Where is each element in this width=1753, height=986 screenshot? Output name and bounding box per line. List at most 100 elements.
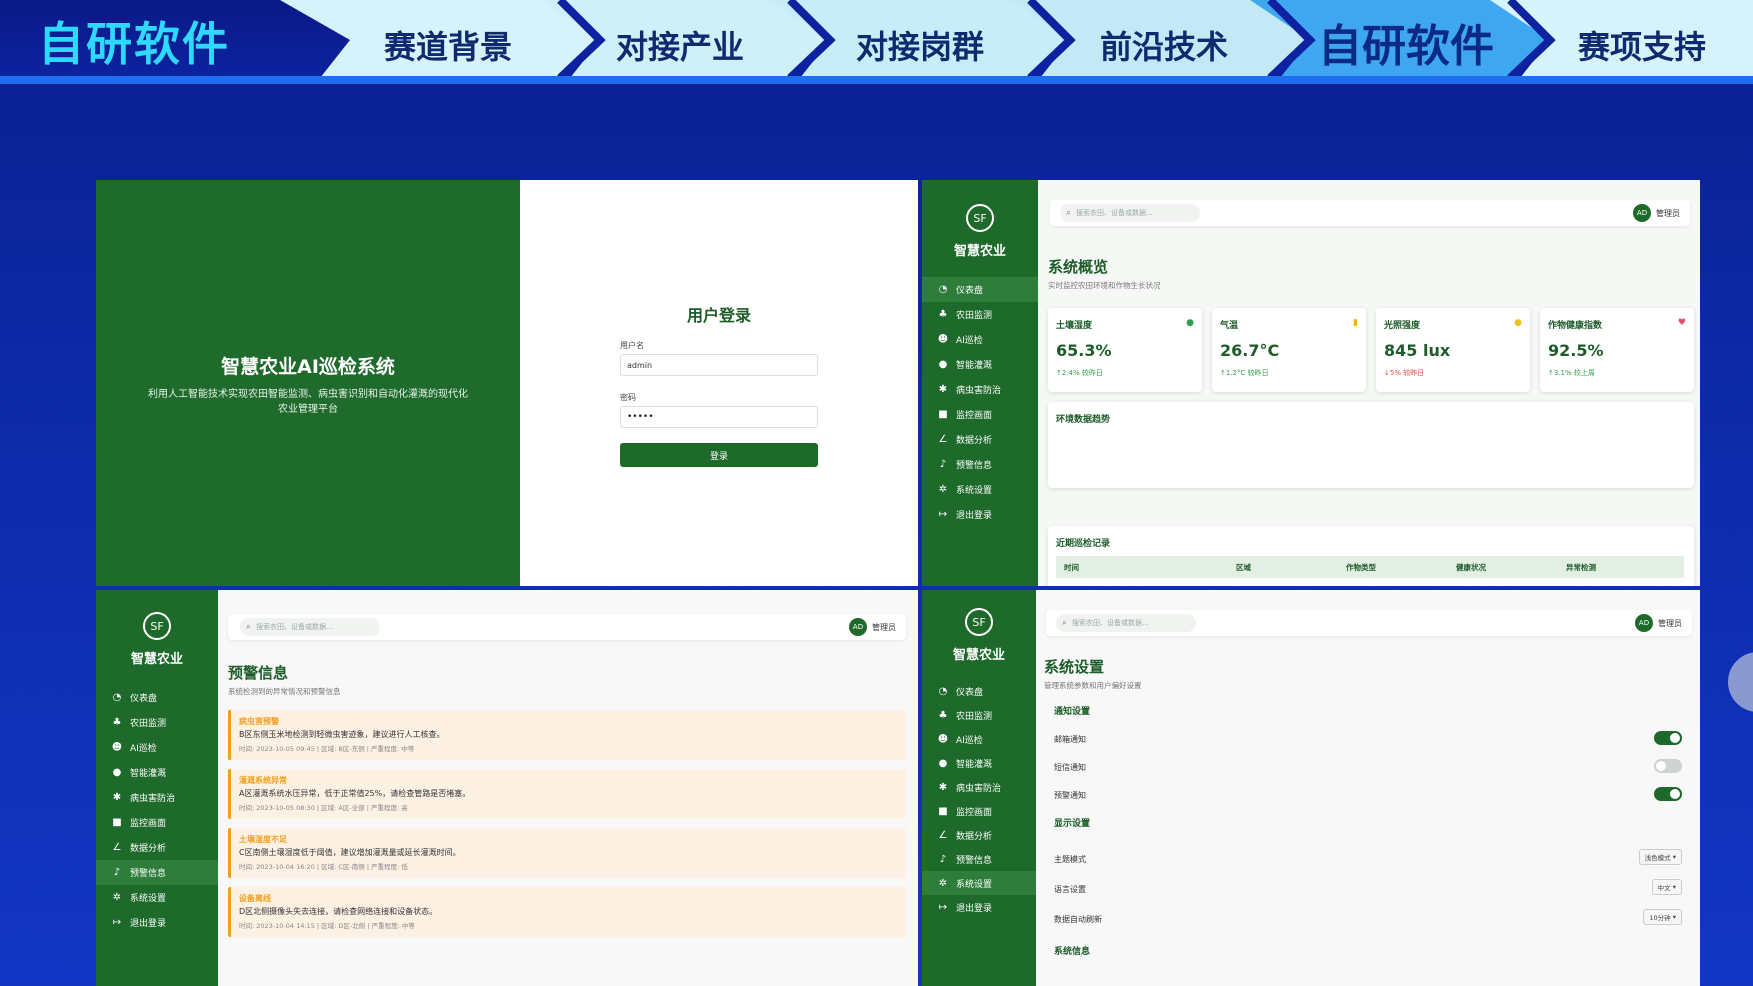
search-input[interactable]: ⌕ 搜索农田、设备或数据... [1060, 204, 1200, 222]
login-form: 用户登录 用户名 admin 密码 ••••• 登录 [520, 180, 918, 586]
system-title: 智慧农业AI巡检系统 [221, 356, 395, 378]
search-icon: ⌕ [1066, 208, 1072, 218]
sun-icon: ● [1514, 318, 1522, 328]
seedling-icon: ♣ [112, 717, 122, 728]
records-title: 近期巡检记录 [1056, 539, 1111, 549]
system-description: 利用人工智能技术实现农田智能监测、病虫害识别和自动化灌溉的现代化农业管理平台 [148, 389, 468, 415]
sidebar-item-settings[interactable]: ✲ 系统设置 [922, 871, 1036, 895]
sidebar-item-monitor-video[interactable]: ■ 监控画面 [922, 799, 1036, 823]
tab-frontier-tech[interactable]: 前沿技术 [1100, 22, 1228, 68]
user-menu[interactable]: AD 管理员 [1633, 204, 1680, 222]
sidebar-item-analytics[interactable]: ∠ 数据分析 [922, 427, 1038, 452]
sidebar-item-dashboard[interactable]: ◔ 仪表盘 [96, 685, 218, 710]
avatar: AD [1635, 614, 1653, 632]
search-input[interactable]: ⌕ 搜索农田、设备或数据... [240, 618, 380, 636]
sidebar-item-logout[interactable]: ↦ 退出登录 [922, 895, 1036, 919]
sidebar-item-alerts[interactable]: ♪ 预警信息 [96, 860, 218, 885]
logo-icon: SF [966, 204, 994, 232]
app-name: 智慧农业 [953, 244, 1006, 259]
video-icon: ■ [112, 817, 122, 828]
tab-self-developed[interactable]: 自研软件 [1318, 10, 1494, 74]
sidebar-item-irrigation[interactable]: ● 智能灌溉 [922, 751, 1036, 775]
page-subtitle: 管理系统参数和用户偏好设置 [1044, 681, 1142, 690]
sidebar-item-alerts[interactable]: ♪ 预警信息 [922, 847, 1036, 871]
dashboard-icon: ◔ [938, 284, 948, 295]
decorative-circle [1728, 652, 1753, 712]
tab-competition-support[interactable]: 赛项支持 [1578, 22, 1706, 68]
sidebar-item-monitor-video[interactable]: ■ 监控画面 [96, 810, 218, 835]
alert-item[interactable]: 土壤湿度不足 C区南侧土壤湿度低于阈值，建议增加灌溉量或延长灌溉时间。 时间: … [228, 828, 906, 878]
page-title: 预警信息 [228, 664, 289, 682]
sidebar-item-settings[interactable]: ✲ 系统设置 [96, 885, 218, 910]
sidebar-item-logout[interactable]: ↦ 退出登录 [922, 502, 1038, 527]
sidebar-item-dashboard[interactable]: ◔ 仪表盘 [922, 679, 1036, 703]
sidebar-item-ai-patrol[interactable]: ☻ AI巡检 [922, 327, 1038, 352]
sidebar-item-pest-control[interactable]: ✱ 病虫害防治 [922, 377, 1038, 402]
auto-refresh-select[interactable]: 10分钟 ▾ [1643, 909, 1682, 925]
alerts-screenshot: SF 智慧农业 ◔ 仪表盘 ♣ 农田监测 ☻ AI巡检 ● 智能灌溉 ✱ 病虫害防治 ■ 监… [96, 590, 918, 986]
sidebar-item-pest-control[interactable]: ✱ 病虫害防治 [922, 775, 1036, 799]
logout-icon: ↦ [938, 901, 948, 913]
language-select[interactable]: 中文 ▾ [1651, 879, 1682, 895]
page-title: 系统概览 [1048, 258, 1109, 276]
search-input[interactable]: ⌕ 搜索农田、设备或数据... [1056, 614, 1196, 632]
dashboard-icon: ◔ [112, 692, 122, 703]
sidebar-item-ai-patrol[interactable]: ☻ AI巡检 [96, 735, 218, 760]
sidebar-item-irrigation[interactable]: ● 智能灌溉 [96, 760, 218, 785]
thermometer-icon: ▮ [1353, 318, 1358, 328]
setting-sms-notify: 短信通知 [1054, 759, 1682, 773]
droplet-icon: ● [938, 757, 948, 769]
sidebar-item-field-monitor[interactable]: ♣ 农田监测 [96, 710, 218, 735]
sidebar-item-alerts[interactable]: ♪ 预警信息 [922, 452, 1038, 477]
gear-icon: ✲ [938, 877, 948, 889]
email-notify-toggle[interactable] [1654, 731, 1682, 745]
dashboard-icon: ◔ [938, 685, 948, 697]
alert-item[interactable]: 病虫害预警 B区东侧玉米地检测到轻微虫害迹象，建议进行人工核查。 时间: 202… [228, 710, 906, 760]
login-title: 用户登录 [686, 306, 751, 325]
user-menu[interactable]: AD 管理员 [849, 618, 896, 636]
sms-notify-toggle[interactable] [1654, 759, 1682, 773]
alert-item[interactable]: 灌溉系统异常 A区灌溉系统水压异常，低于正常值25%，请检查管路是否堵塞。 时间… [228, 769, 906, 819]
tab-jobs[interactable]: 对接岗群 [856, 22, 984, 68]
tab-track-background[interactable]: 赛道背景 [384, 22, 512, 68]
avatar: AD [1633, 204, 1651, 222]
theme-select[interactable]: 浅色模式 ▾ [1638, 849, 1682, 865]
sidebar-item-irrigation[interactable]: ● 智能灌溉 [922, 352, 1038, 377]
alert-list: 病虫害预警 B区东侧玉米地检测到轻微虫害迹象，建议进行人工核查。 时间: 202… [228, 710, 906, 980]
dashboard-screenshot: SF 智慧农业 ◔ 仪表盘 ♣ 农田监测 ☻ AI巡检 ● 智能灌溉 ✱ 病虫害防治 ■ 监… [922, 180, 1700, 586]
login-button[interactable]: 登录 [620, 443, 818, 467]
alert-item[interactable]: 设备离线 D区北侧摄像头失去连接，请检查网络连接和设备状态。 时间: 2023-… [228, 887, 906, 937]
chart-line-icon: ∠ [938, 829, 948, 841]
sidebar-item-analytics[interactable]: ∠ 数据分析 [96, 835, 218, 860]
brand-title: 自研软件 [38, 17, 230, 71]
top-nav-bar: 自研软件 赛道背景 对接产业 对接岗群 前沿技术 自研软件 赛项支持 [0, 0, 1753, 84]
sidebar-item-dashboard[interactable]: ◔ 仪表盘 [922, 277, 1038, 302]
setting-language: 语言设置 中文 ▾ [1054, 879, 1682, 895]
bug-icon: ✱ [938, 384, 948, 395]
stat-card-soil-moisture: 土壤湿度 ● 65.3% ↑2.4% 较昨日 [1048, 308, 1202, 392]
sidebar-item-ai-patrol[interactable]: ☻ AI巡检 [922, 727, 1036, 751]
sidebar-item-monitor-video[interactable]: ■ 监控画面 [922, 402, 1038, 427]
records-card: 近期巡检记录 时间 区域 作物类型 健康状况 异常检测 [1048, 526, 1694, 586]
display-section-title: 显示设置 [1054, 819, 1091, 829]
user-menu[interactable]: AD 管理员 [1635, 614, 1682, 632]
sidebar-item-settings[interactable]: ✲ 系统设置 [922, 477, 1038, 502]
sidebar-item-pest-control[interactable]: ✱ 病虫害防治 [96, 785, 218, 810]
username-input[interactable]: admin [620, 354, 818, 376]
robot-icon: ☻ [937, 334, 949, 345]
logo-icon: SF [143, 612, 171, 640]
nav-underline [0, 76, 1753, 84]
password-input[interactable]: ••••• [620, 406, 818, 428]
seedling-icon: ♣ [938, 309, 948, 320]
alert-notify-toggle[interactable] [1654, 787, 1682, 801]
setting-auto-refresh: 数据自动刷新 10分钟 ▾ [1054, 909, 1682, 925]
sidebar-item-logout[interactable]: ↦ 退出登录 [96, 910, 218, 935]
sidebar: SF 智慧农业 ◔ 仪表盘 ♣ 农田监测 ☻ AI巡检 ● 智能灌溉 ✱ 病虫害防治 ■ 监… [922, 590, 1036, 986]
app-name: 智慧农业 [130, 652, 183, 667]
sidebar-item-analytics[interactable]: ∠ 数据分析 [922, 823, 1036, 847]
settings-form: 通知设置 邮箱通知 短信通知 预警通知 显示设置 主题模式 浅色模式 ▾ 语言设… [1054, 698, 1682, 984]
tab-industry[interactable]: 对接产业 [616, 22, 744, 68]
sidebar-item-field-monitor[interactable]: ♣ 农田监测 [922, 302, 1038, 327]
sidebar-item-field-monitor[interactable]: ♣ 农田监测 [922, 703, 1036, 727]
search-icon: ⌕ [246, 622, 252, 632]
